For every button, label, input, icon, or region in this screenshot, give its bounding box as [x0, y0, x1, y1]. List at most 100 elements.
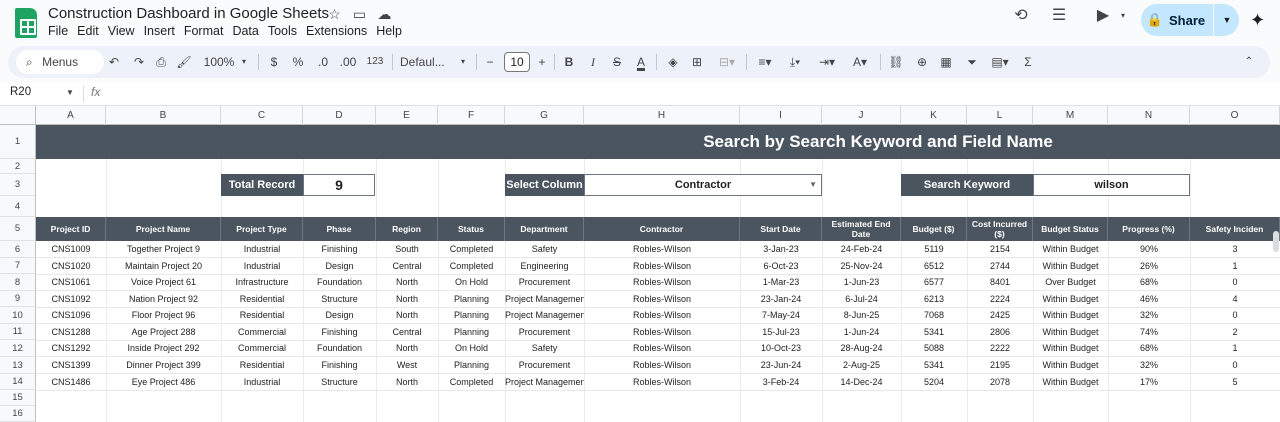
- table-cell[interactable]: Finishing: [303, 324, 376, 340]
- strikethrough-icon[interactable]: S: [608, 52, 626, 72]
- table-cell[interactable]: Residential: [221, 291, 303, 307]
- table-cell[interactable]: Planning: [438, 357, 505, 373]
- table-cell[interactable]: Commercial: [221, 324, 303, 340]
- table-cell[interactable]: CNS1096: [36, 307, 106, 323]
- table-cell[interactable]: Together Project 9: [106, 241, 221, 257]
- table-cell[interactable]: Dinner Project 399: [106, 357, 221, 373]
- filter-views-icon[interactable]: ▤▾: [986, 52, 1014, 72]
- text-rotation-icon[interactable]: A▾: [846, 52, 874, 72]
- table-cell[interactable]: North: [376, 291, 438, 307]
- column-header-c[interactable]: C: [221, 106, 303, 125]
- table-cell[interactable]: 2806: [967, 324, 1033, 340]
- insert-comment-icon[interactable]: ⊕: [912, 52, 932, 72]
- table-cell[interactable]: Floor Project 96: [106, 307, 221, 323]
- move-folder-icon[interactable]: ▭: [351, 6, 368, 23]
- table-cell[interactable]: 7-May-24: [740, 307, 822, 323]
- table-cell[interactable]: Robles-Wilson: [584, 374, 740, 390]
- format-percent-button[interactable]: %: [290, 52, 306, 72]
- italic-icon[interactable]: I: [584, 52, 602, 72]
- table-cell[interactable]: 74%: [1108, 324, 1190, 340]
- table-cell[interactable]: 6577: [901, 274, 967, 290]
- more-formats-button[interactable]: 123: [363, 52, 387, 72]
- decrease-font-size-icon[interactable]: −: [482, 52, 498, 72]
- table-cell[interactable]: 23-Jun-24: [740, 357, 822, 373]
- text-wrapping-icon[interactable]: ⇥▾: [814, 52, 840, 72]
- paint-format-icon[interactable]: 🖌: [174, 52, 194, 72]
- table-cell[interactable]: 6-Jul-24: [822, 291, 901, 307]
- menu-extensions[interactable]: Extensions: [306, 24, 372, 38]
- table-cell[interactable]: Planning: [438, 307, 505, 323]
- table-cell[interactable]: 4: [1190, 291, 1280, 307]
- table-cell[interactable]: 25-Nov-24: [822, 258, 901, 274]
- table-cell[interactable]: Robles-Wilson: [584, 340, 740, 356]
- select-all-corner[interactable]: [0, 106, 36, 125]
- table-cell[interactable]: 3: [1190, 241, 1280, 257]
- table-cell[interactable]: On Hold: [438, 274, 505, 290]
- table-cell[interactable]: 68%: [1108, 340, 1190, 356]
- table-cell[interactable]: 1-Jun-24: [822, 324, 901, 340]
- table-cell[interactable]: Age Project 288: [106, 324, 221, 340]
- meet-video-icon[interactable]: ▶: [1092, 5, 1114, 27]
- row-header-6[interactable]: 6: [0, 241, 36, 258]
- table-cell[interactable]: Eye Project 486: [106, 374, 221, 390]
- table-cell[interactable]: Inside Project 292: [106, 340, 221, 356]
- table-cell[interactable]: 32%: [1108, 307, 1190, 323]
- document-title[interactable]: Construction Dashboard in Google Sheets: [48, 5, 329, 22]
- menu-file[interactable]: File: [48, 24, 73, 38]
- column-header-m[interactable]: M: [1033, 106, 1108, 125]
- menu-data[interactable]: Data: [232, 24, 263, 38]
- table-cell[interactable]: Completed: [438, 374, 505, 390]
- table-cell[interactable]: 3-Jan-23: [740, 241, 822, 257]
- row-header-9[interactable]: 9: [0, 291, 36, 307]
- sheets-logo-icon[interactable]: [15, 8, 37, 38]
- insert-link-icon[interactable]: ⛓: [886, 52, 906, 72]
- row-header-8[interactable]: 8: [0, 274, 36, 291]
- table-cell[interactable]: Within Budget: [1033, 340, 1108, 356]
- row-header-7[interactable]: 7: [0, 258, 36, 274]
- table-cell[interactable]: Maintain Project 20: [106, 258, 221, 274]
- table-cell[interactable]: Robles-Wilson: [584, 274, 740, 290]
- table-cell[interactable]: Completed: [438, 258, 505, 274]
- table-cell[interactable]: Planning: [438, 324, 505, 340]
- table-cell[interactable]: 5088: [901, 340, 967, 356]
- table-cell[interactable]: Within Budget: [1033, 258, 1108, 274]
- zoom-dropdown-icon[interactable]: ▾: [238, 52, 250, 72]
- table-cell[interactable]: 5: [1190, 374, 1280, 390]
- row-header-1[interactable]: 1: [0, 125, 36, 159]
- table-cell[interactable]: Central: [376, 324, 438, 340]
- name-box[interactable]: R20: [10, 86, 31, 98]
- vertical-align-icon[interactable]: ⤓▾: [782, 52, 808, 72]
- table-cell[interactable]: Voice Project 61: [106, 274, 221, 290]
- table-cell[interactable]: 6-Oct-23: [740, 258, 822, 274]
- table-cell[interactable]: 17%: [1108, 374, 1190, 390]
- table-cell[interactable]: Robles-Wilson: [584, 241, 740, 257]
- table-cell[interactable]: Procurement: [505, 324, 584, 340]
- table-cell[interactable]: Finishing: [303, 241, 376, 257]
- column-header-h[interactable]: H: [584, 106, 740, 125]
- fill-color-icon[interactable]: ◈: [664, 52, 682, 72]
- format-currency-button[interactable]: $: [266, 52, 282, 72]
- search-keyword-input[interactable]: wilson: [1033, 174, 1190, 196]
- cloud-saved-icon[interactable]: ☁: [376, 6, 393, 23]
- table-cell[interactable]: Industrial: [221, 241, 303, 257]
- table-cell[interactable]: North: [376, 274, 438, 290]
- table-cell[interactable]: CNS1092: [36, 291, 106, 307]
- vertical-scrollbar[interactable]: [1273, 231, 1279, 252]
- menu-tools[interactable]: Tools: [268, 24, 302, 38]
- table-cell[interactable]: Procurement: [505, 274, 584, 290]
- table-cell[interactable]: 5341: [901, 357, 967, 373]
- table-cell[interactable]: Within Budget: [1033, 324, 1108, 340]
- functions-icon[interactable]: Σ: [1018, 52, 1038, 72]
- table-cell[interactable]: Within Budget: [1033, 291, 1108, 307]
- font-dropdown-icon[interactable]: ▾: [457, 52, 469, 72]
- table-cell[interactable]: Within Budget: [1033, 357, 1108, 373]
- table-cell[interactable]: Project Management: [505, 291, 584, 307]
- table-cell[interactable]: CNS1061: [36, 274, 106, 290]
- share-button[interactable]: 🔒 Share: [1141, 4, 1211, 36]
- table-cell[interactable]: Industrial: [221, 258, 303, 274]
- table-cell[interactable]: Robles-Wilson: [584, 357, 740, 373]
- table-cell[interactable]: CNS1020: [36, 258, 106, 274]
- row-header-12[interactable]: 12: [0, 340, 36, 357]
- chevron-down-icon[interactable]: ▼: [809, 175, 817, 195]
- table-cell[interactable]: Design: [303, 307, 376, 323]
